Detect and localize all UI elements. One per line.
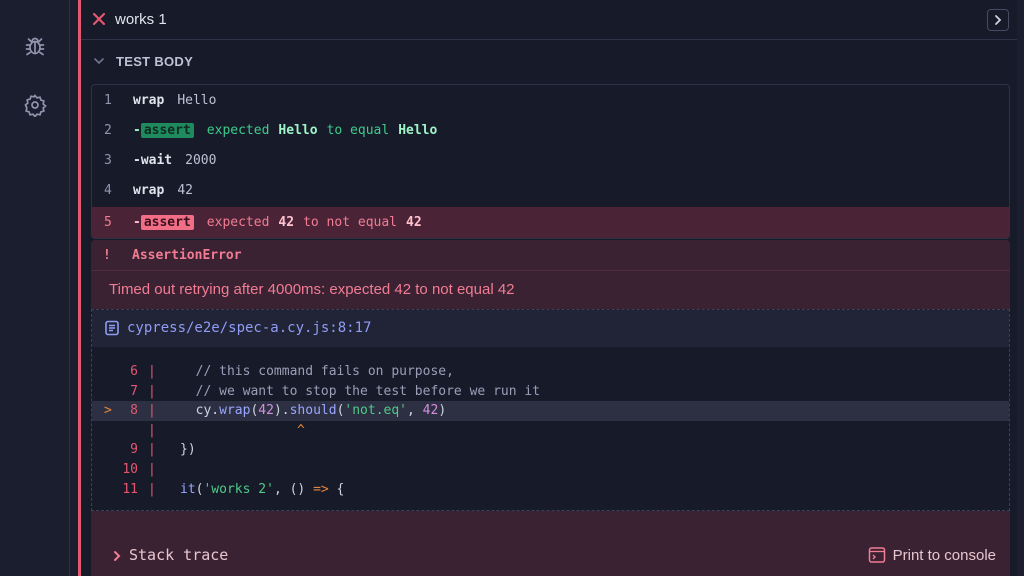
- test-header[interactable]: works 1: [81, 0, 1017, 40]
- assert-value: 42: [278, 215, 295, 230]
- chevron-right-icon: [995, 15, 1002, 25]
- command-name: wrap: [133, 182, 165, 198]
- command-row-failed[interactable]: 5 - assert expected 42 to not equal 42: [92, 207, 1009, 238]
- line-separator: |: [148, 364, 156, 379]
- assert-text: to equal: [326, 122, 390, 138]
- command-row[interactable]: 1 wrap Hello: [92, 85, 1009, 115]
- line-number: 6: [130, 364, 138, 379]
- bug-icon[interactable]: [22, 33, 48, 59]
- command-message: 2000: [185, 152, 217, 168]
- command-name: wrap: [133, 92, 165, 108]
- code-line: 7 | // we want to stop the test before w…: [92, 382, 1009, 402]
- assert-badge: assert: [140, 215, 194, 230]
- open-in-ide-button[interactable]: [987, 9, 1009, 31]
- code-line-highlighted: > 8 | cy.wrap(42).should('not.eq', 42): [92, 401, 1009, 421]
- chevron-down-icon: [94, 58, 104, 65]
- line-separator: |: [148, 482, 156, 497]
- command-number: 3: [104, 152, 112, 168]
- line-separator: |: [148, 462, 156, 477]
- code-text: // this command fails on purpose,: [180, 364, 454, 379]
- error-header: ! AssertionError: [91, 240, 1010, 271]
- assert-value: Hello: [398, 122, 438, 138]
- code-text: it('works 2', () => {: [180, 482, 345, 497]
- error-name: AssertionError: [132, 248, 242, 263]
- file-link[interactable]: cypress/e2e/spec-a.cy.js:8:17: [92, 310, 1009, 347]
- nested-dash: -: [133, 152, 141, 168]
- line-separator: |: [148, 423, 156, 438]
- command-name: wait: [140, 152, 173, 168]
- stack-trace-toggle[interactable]: Stack trace: [129, 546, 228, 564]
- test-title: works 1: [115, 11, 167, 28]
- command-number: 5: [104, 215, 112, 230]
- nested-dash: -: [133, 122, 141, 138]
- code-line: 11 | it('works 2', () => {: [92, 480, 1009, 500]
- command-row[interactable]: 3 - wait 2000: [92, 145, 1009, 175]
- section-title: TEST BODY: [116, 54, 194, 69]
- error-panel: ! AssertionError Timed out retrying afte…: [91, 240, 1010, 576]
- print-to-console-button[interactable]: Print to console: [868, 544, 996, 566]
- command-message: 42: [177, 182, 193, 198]
- close-icon: [92, 12, 106, 26]
- code-frame: cypress/e2e/spec-a.cy.js:8:17 6 | // thi…: [91, 309, 1010, 511]
- nested-dash: -: [133, 215, 141, 230]
- command-row[interactable]: 4 wrap 42: [92, 175, 1009, 205]
- code-line: 10 |: [92, 460, 1009, 480]
- sidebar: [0, 0, 70, 576]
- line-separator: |: [148, 403, 156, 418]
- code-text: }): [180, 442, 196, 457]
- command-row[interactable]: 2 - assert expected Hello to equal Hello: [92, 115, 1009, 145]
- line-separator: |: [148, 384, 156, 399]
- code-text: cy.wrap(42).should('not.eq', 42): [180, 403, 447, 418]
- error-message: Timed out retrying after 4000ms: expecte…: [109, 281, 515, 298]
- terminal-icon: [868, 547, 885, 563]
- error-icon: !: [103, 248, 111, 263]
- assert-text: to not equal: [303, 215, 397, 230]
- document-icon: [105, 320, 119, 336]
- command-log: 1 wrap Hello 2 - assert expected Hello to…: [91, 84, 1010, 239]
- line-number: 10: [122, 462, 138, 477]
- line-number: 11: [122, 482, 138, 497]
- error-caret: ^: [297, 423, 305, 438]
- code-line: | ^: [92, 421, 1009, 441]
- error-line-marker: >: [104, 403, 112, 418]
- command-number: 2: [104, 122, 112, 138]
- chevron-right-icon: [114, 551, 121, 561]
- code-text: // we want to stop the test before we ru…: [180, 384, 541, 399]
- test-panel: works 1 TEST BODY 1 wrap Hello 2 - assert…: [78, 0, 1017, 576]
- assert-value: 42: [406, 215, 422, 230]
- test-body-header[interactable]: TEST BODY: [81, 40, 1017, 82]
- gear-icon[interactable]: [22, 92, 48, 118]
- line-number: 9: [130, 442, 138, 457]
- assert-badge: assert: [140, 122, 194, 138]
- code-line: 6 | // this command fails on purpose,: [92, 362, 1009, 382]
- assert-value: Hello: [278, 122, 318, 138]
- command-number: 1: [104, 92, 112, 108]
- line-separator: |: [148, 442, 156, 457]
- line-number: 8: [130, 403, 138, 418]
- file-path: cypress/e2e/spec-a.cy.js:8:17: [127, 320, 372, 336]
- assert-text: expected: [206, 215, 270, 230]
- code-line: 9 | }): [92, 440, 1009, 460]
- print-to-console-label: Print to console: [892, 546, 996, 564]
- command-message: Hello: [177, 92, 217, 108]
- command-number: 4: [104, 182, 112, 198]
- assert-text: expected: [206, 122, 270, 138]
- line-number: 7: [130, 384, 138, 399]
